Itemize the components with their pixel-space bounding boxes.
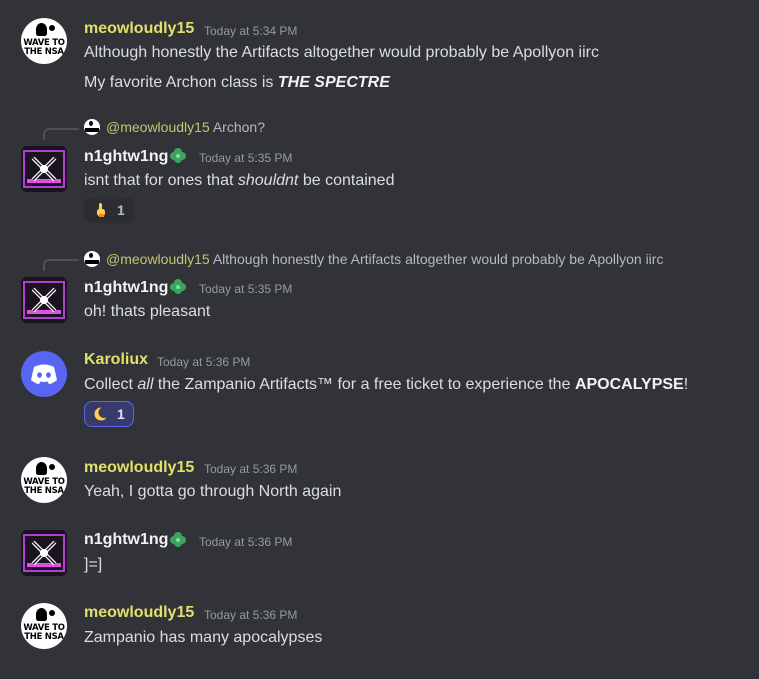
reply-author[interactable]: @meowloudly15: [106, 119, 210, 135]
message-text-part: My favorite Archon class is: [84, 74, 274, 91]
timestamp: Today at 5:35 PM: [199, 282, 293, 296]
reaction[interactable]: 1: [84, 197, 134, 223]
message-text-italic: all: [137, 376, 154, 393]
message-text: isnt that for ones that shouldnt be cont…: [84, 172, 394, 190]
avatar[interactable]: WAVE TO THE NSA: [21, 18, 67, 64]
avatar-text: WAVE TO THE NSA: [23, 623, 65, 642]
reply-preview[interactable]: @meowloudly15 Archon?: [84, 119, 265, 135]
message-text-part: isnt that for ones that: [84, 172, 234, 189]
reply-author[interactable]: @meowloudly15: [106, 251, 210, 267]
avatar[interactable]: WAVE TO THE NSA: [21, 457, 67, 503]
timestamp: Today at 5:36 PM: [204, 608, 298, 622]
username[interactable]: meowloudly15: [84, 20, 194, 38]
reaction[interactable]: 1: [84, 401, 134, 427]
reply-connector: [43, 259, 79, 271]
reply-text: Archon?: [212, 119, 265, 135]
timestamp: Today at 5:34 PM: [204, 24, 298, 38]
avatar[interactable]: [21, 351, 67, 397]
reaction-count: 1: [117, 202, 125, 218]
avatar-art: [21, 146, 67, 192]
username[interactable]: n1ghtw1ng: [84, 148, 168, 166]
avatar[interactable]: [21, 146, 67, 192]
reply-preview[interactable]: @meowloudly15 Although honestly the Arti…: [84, 251, 663, 267]
reaction-count: 1: [117, 406, 125, 422]
message-text: ]=]: [84, 556, 103, 573]
username[interactable]: n1ghtw1ng: [84, 279, 168, 297]
timestamp: Today at 5:36 PM: [157, 355, 251, 369]
timestamp: Today at 5:35 PM: [199, 151, 293, 165]
message-text-bold-italic: THE SPECTRE: [277, 74, 390, 91]
message-text: Although honestly the Artifacts altogeth…: [84, 44, 599, 61]
chat-messages: WAVE TO THE NSA meowloudly15 Today at 5:…: [0, 0, 759, 679]
reply-text: Although honestly the Artifacts altogeth…: [212, 251, 664, 267]
clover-badge-icon[interactable]: [169, 278, 187, 296]
clover-badge-icon[interactable]: [169, 531, 187, 549]
message-text: Zampanio has many apocalypses: [84, 629, 323, 646]
message-text: oh! thats pleasant: [84, 303, 211, 320]
message-text-italic: shouldnt: [237, 172, 299, 189]
reply-avatar: [84, 251, 100, 267]
username[interactable]: meowloudly15: [84, 604, 194, 622]
avatar[interactable]: WAVE TO THE NSA: [21, 603, 67, 649]
message-text: Collect all the Zampanio Artifacts™ for …: [84, 376, 688, 394]
avatar-art: [21, 277, 67, 323]
message-text-part: Collect: [84, 376, 133, 393]
avatar-text: WAVE TO THE NSA: [23, 38, 65, 57]
message-text-bold: APOCALYPSE: [574, 376, 684, 393]
timestamp: Today at 5:36 PM: [204, 462, 298, 476]
avatar-art: [21, 530, 67, 576]
username[interactable]: meowloudly15: [84, 459, 194, 477]
avatar[interactable]: [21, 277, 67, 323]
reply-avatar: [84, 119, 100, 135]
avatar[interactable]: [21, 530, 67, 576]
username[interactable]: Karoliux: [84, 351, 148, 369]
point-up-icon: [97, 203, 105, 217]
message-text-part: be contained: [302, 172, 395, 189]
crescent-moon-icon: [94, 407, 109, 421]
timestamp: Today at 5:36 PM: [199, 535, 293, 549]
reply-connector: [43, 128, 79, 140]
username[interactable]: n1ghtw1ng: [84, 531, 168, 549]
message-text-part: the Zampanio Artifacts™ for a free ticke…: [157, 376, 571, 393]
discord-logo-icon: [31, 364, 57, 384]
message-text: Yeah, I gotta go through North again: [84, 483, 342, 500]
avatar-text: WAVE TO THE NSA: [23, 477, 65, 496]
clover-badge-icon[interactable]: [169, 147, 187, 165]
message-text: My favorite Archon class is THE SPECTRE: [84, 74, 390, 92]
message-text-part: !: [683, 376, 689, 393]
